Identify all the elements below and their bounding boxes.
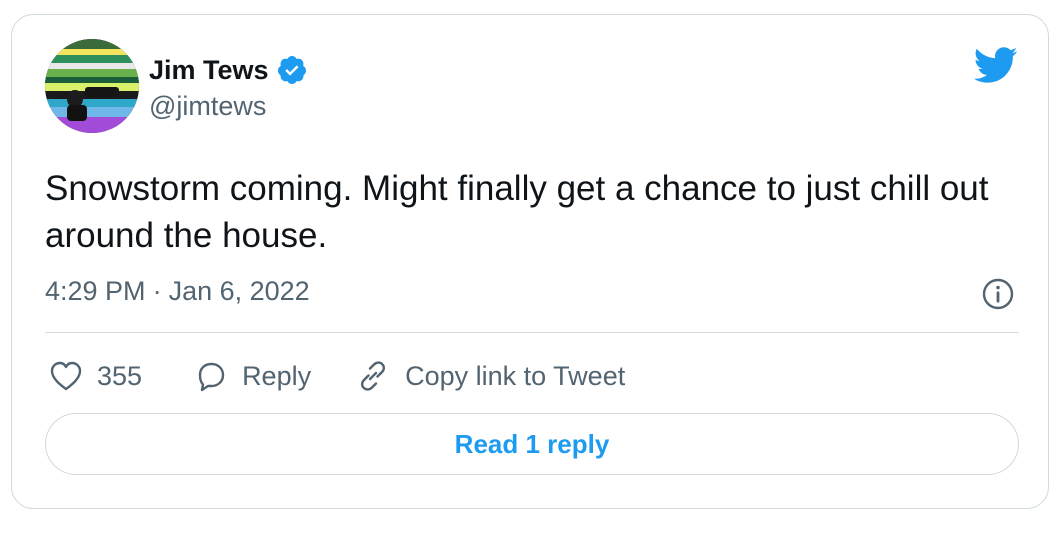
author-handle[interactable]: @jimtews — [149, 91, 266, 122]
timestamp-separator: · — [152, 276, 162, 306]
like-count: 355 — [97, 360, 143, 391]
author-display-name[interactable]: Jim Tews — [149, 55, 269, 86]
divider — [45, 332, 1019, 333]
tweet-actions: 355 Reply Copy link to Tweet — [49, 356, 625, 396]
copy-link-button[interactable]: Copy link to Tweet — [355, 358, 625, 394]
read-replies-button[interactable]: Read 1 reply — [45, 413, 1019, 475]
twitter-bird-icon[interactable] — [972, 45, 1018, 85]
speech-bubble-icon — [194, 359, 228, 393]
reply-label: Reply — [242, 360, 312, 391]
like-button[interactable]: 355 — [49, 360, 142, 392]
heart-icon — [49, 360, 83, 392]
verified-badge-icon — [276, 54, 308, 86]
reply-button[interactable]: Reply — [194, 359, 311, 393]
author-name-row[interactable]: Jim Tews — [149, 53, 308, 87]
user-avatar-photo-icon — [45, 39, 139, 133]
tweet-text: Snowstorm coming. Might finally get a ch… — [45, 169, 989, 255]
avatar[interactable] — [45, 39, 139, 133]
tweet-card: Jim Tews @jimtews Snowstorm coming. Migh… — [11, 14, 1049, 509]
info-icon[interactable] — [981, 277, 1015, 311]
tweet-time[interactable]: 4:29 PM — [45, 276, 146, 307]
tweet-timestamp[interactable]: 4:29 PM · Jan 6, 2022 — [45, 276, 310, 307]
copy-link-label: Copy link to Tweet — [405, 360, 626, 391]
tweet-date[interactable]: Jan 6, 2022 — [169, 276, 310, 307]
link-icon — [355, 358, 391, 394]
